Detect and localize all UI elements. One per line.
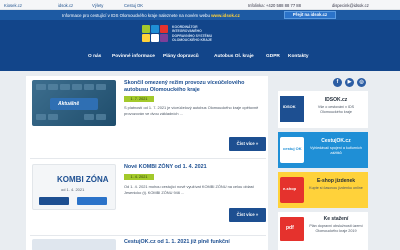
facebook-icon[interactable]: f — [333, 78, 342, 87]
phone-text: Infolinka: +420 588 88 77 88 — [248, 2, 301, 8]
nav-item-gdpr[interactable]: GDPR — [266, 54, 280, 59]
info-text-main: Informace pro cestující v IDS Olomouckéh… — [62, 12, 210, 18]
youtube-icon[interactable]: ▶ — [345, 78, 354, 87]
nav-item-kontakty[interactable]: Kontakty — [288, 54, 309, 59]
article-title[interactable]: CestujOK.cz od 1. 1. 2021 již plně funkč… — [124, 239, 264, 246]
article-thumbnail[interactable]: KOMBI ZÓNA od 1. 4. 2021 — [32, 164, 116, 210]
nav-item-plany-dopravcu[interactable]: Plány dopravců — [163, 54, 199, 59]
idsok-logo-icon: IDSOK — [280, 96, 304, 122]
promo-desc: Vše o cestování v IDS Olomouckého kraje — [317, 105, 355, 114]
news-article: CestujOK.cz od 1. 1. 2021 již plně funkč… — [26, 237, 268, 250]
email-link[interactable]: dispecink@idsok.cz — [332, 3, 369, 8]
top-link-cestujok[interactable]: Cestuj OK — [124, 3, 143, 8]
pdf-file-icon: pdf — [280, 217, 304, 241]
nav-item-o-nas[interactable]: O nás — [88, 54, 101, 59]
logo-line-4: OLOMOUCKÉHO KRAJE — [172, 38, 212, 43]
news-article: Aktuálně Skončil omezený režim provozu v… — [26, 76, 268, 156]
nav-item-povinne-informace[interactable]: Povinné informace — [112, 54, 155, 59]
article-divider — [30, 235, 266, 236]
top-utility-bar: Kiosek.cz idsok.cz Výlety Cestuj OK Info… — [0, 0, 400, 10]
info-link[interactable]: www.idsok.cz — [211, 13, 240, 18]
news-article: KOMBI ZÓNA od 1. 4. 2021 Nové KOMBI ZÓNY… — [26, 160, 268, 232]
promo-desc: Vyhledávač spojení a kulturních zážitků — [310, 146, 362, 155]
cestujok-logo-icon: cestuj OK — [280, 137, 304, 163]
cestujok-logo-text: cestuj OK — [283, 146, 302, 151]
promo-downloads[interactable]: pdf Ke stažení Plán dopravní obslužnosti… — [278, 212, 368, 250]
idsok-logo-text: IDSOK — [283, 104, 296, 109]
article-thumbnail[interactable]: Aktuálně — [32, 80, 116, 126]
promo-desc: Kupte si časovou jízdenku online — [309, 186, 363, 190]
thumb-caption: Aktuálně — [58, 101, 80, 107]
promo-cestujok[interactable]: cestuj OK CestujOK.cz Vyhledávač spojení… — [278, 132, 368, 168]
eshop-logo-icon: e-shop — [280, 177, 304, 203]
article-excerpt: Od 1. 4. 2021 mohou cestující nově využí… — [124, 184, 254, 196]
top-link-idsok[interactable]: idsok.cz — [58, 3, 73, 8]
promo-desc: Plán dopravní obslužnosti území Olomouck… — [309, 224, 363, 233]
sidebar: f ▶ ◎ IDSOK IDSOK.cz Vše o cestování v I… — [278, 76, 368, 250]
article-title[interactable]: Nové KOMBI ZÓNY od 1. 4. 2021 — [124, 164, 264, 171]
article-thumbnail[interactable] — [32, 239, 116, 250]
instagram-icon[interactable]: ◎ — [357, 78, 366, 87]
article-title[interactable]: Skončil omezený režim provozu víceúčelov… — [124, 80, 264, 94]
promo-title: IDSOK.cz — [324, 97, 348, 103]
news-list: Aktuálně Skončil omezený režim provozu v… — [26, 76, 268, 250]
goto-idsok-button[interactable]: Přejít na idsok.cz — [284, 11, 336, 19]
info-text: Informace pro cestující v IDS Olomouckéh… — [62, 13, 240, 18]
promo-eshop[interactable]: e-shop E-shop jízdenek Kupte si časovou … — [278, 172, 368, 208]
info-bar: Informace pro cestující v IDS Olomouckéh… — [0, 10, 400, 20]
promo-idsok[interactable]: IDSOK IDSOK.cz Vše o cestování v IDS Olo… — [278, 91, 368, 128]
nav-item-autobus[interactable]: Autobus Ol. kraje — [214, 54, 254, 59]
article-divider — [30, 158, 266, 159]
read-more-button[interactable]: Číst více » — [229, 137, 266, 151]
read-more-button[interactable]: Číst více » — [229, 208, 266, 222]
logo-text: KOORDINÁTOR INTEGROVANÉHO DOPRAVNÍHO SYS… — [172, 25, 242, 43]
top-link-kiosek[interactable]: Kiosek.cz — [4, 3, 22, 8]
main-nav: O nás Povinné informace Plány dopravců A… — [0, 50, 400, 71]
promo-title: Ke stažení — [323, 216, 349, 222]
bus-illustration-icon — [39, 197, 107, 205]
promo-title: CestujOK.cz — [321, 138, 351, 144]
article-date: 1. 4. 2021 — [124, 174, 154, 180]
article-date: 1. 7. 2021 — [124, 96, 154, 102]
kids-logo-icon[interactable] — [140, 23, 170, 45]
eshop-logo-text: e-shop — [283, 186, 297, 191]
top-link-vylety[interactable]: Výlety — [92, 3, 103, 8]
promo-title: E-shop jízdenek — [316, 178, 356, 184]
article-excerpt: S platností od 1. 7. 2021 je víceúčelový… — [124, 105, 259, 117]
pdf-logo-text: pdf — [286, 225, 294, 231]
